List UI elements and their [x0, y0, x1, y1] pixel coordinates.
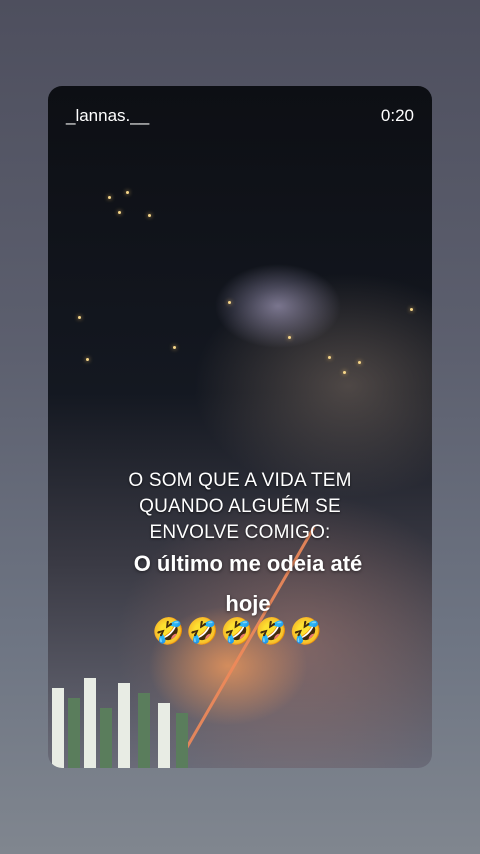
firework-spark: [173, 346, 176, 349]
firework-spark: [358, 361, 361, 364]
caption-line: ENVOLVE COMIGO:: [149, 522, 331, 543]
firework-spark: [148, 214, 151, 217]
caption-line: O SOM QUE A VIDA TEM: [128, 470, 352, 491]
laughing-emoji-row: 🤣🤣🤣🤣🤣: [152, 616, 324, 646]
caption-line: QUANDO ALGUÉM SE: [139, 496, 341, 517]
firework-spark: [328, 356, 331, 359]
firework-spark: [343, 371, 346, 374]
firework-spark: [78, 316, 81, 319]
video-timer: 0:20: [380, 106, 414, 125]
crowd-flags: [48, 658, 198, 768]
firework-spark: [118, 211, 121, 214]
firework-spark: [410, 308, 413, 311]
video-caption: O SOM QUE A VIDA TEM QUANDO ALGUÉM SE EN…: [108, 468, 372, 546]
firework-spark: [108, 196, 111, 199]
firework-spark: [86, 358, 89, 361]
story-username[interactable]: _lannas.__: [66, 106, 149, 126]
overlay-line: O último me odeia até: [133, 551, 363, 576]
story-text-overlay: O último me odeia até hoje: [98, 544, 398, 624]
story-view[interactable]: _lannas.__ 0:20 O SOM QUE A VIDA TEM QUA…: [48, 86, 432, 768]
firework-spark: [228, 301, 231, 304]
firework-spark: [288, 336, 291, 339]
firework-spark: [126, 191, 129, 194]
